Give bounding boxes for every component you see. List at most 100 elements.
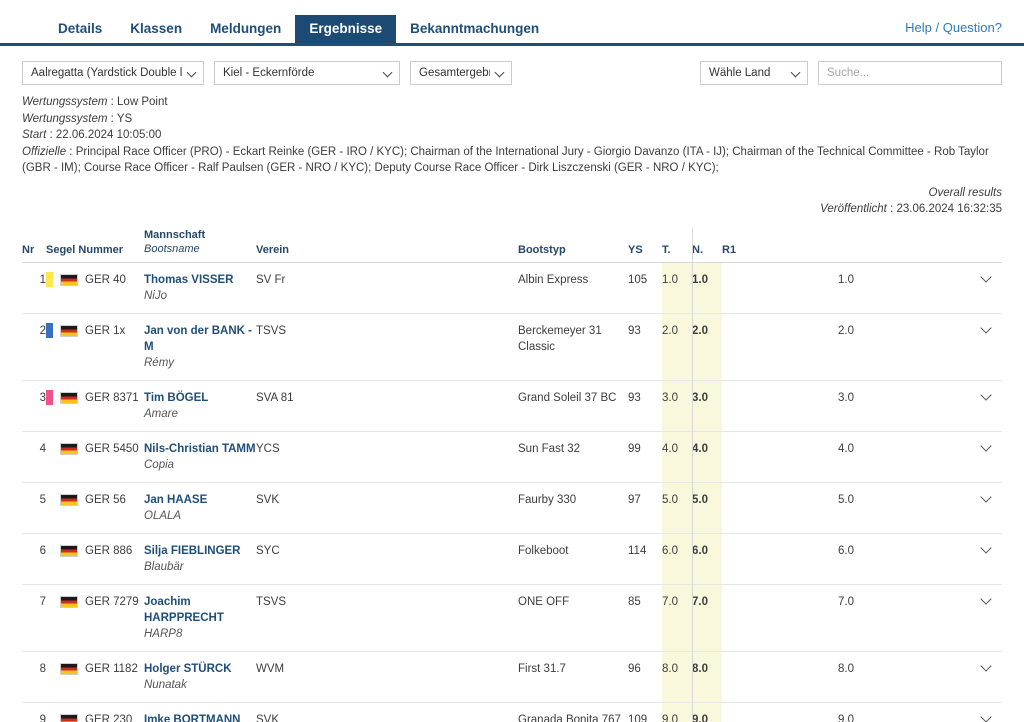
medal-color-bar — [46, 272, 53, 287]
chevron-down-icon[interactable] — [981, 543, 992, 554]
cell-expand[interactable] — [970, 584, 1002, 652]
header-club[interactable]: Verein — [256, 227, 518, 263]
cell-sail-number: GER 1x — [46, 313, 144, 381]
table-row[interactable]: 1 GER 40 Thomas VISSER NiJo SV Fr Albin Expre… — [22, 262, 1002, 314]
cell-total-points: 9.0 — [662, 702, 692, 722]
country-select[interactable]: Wähle Land — [700, 61, 808, 85]
german-flag-icon — [60, 391, 78, 404]
table-row[interactable]: 7 GER 7279 Joachim HARPPRECHT HARP8 TSVS ONE … — [22, 584, 1002, 652]
nav-tab-ergebnisse[interactable]: Ergebnisse — [295, 14, 397, 43]
chevron-down-icon[interactable] — [981, 272, 992, 283]
table-row[interactable]: 3 GER 8371 Tim BÖGEL Amare SVA 81 Grand Solei… — [22, 380, 1002, 432]
cell-crew: Holger STÜRCK Nunatak — [144, 651, 256, 703]
cell-net-points: 5.0 — [692, 482, 722, 534]
crew-name[interactable]: Nils-Christian TAMM — [144, 441, 256, 457]
cell-expand[interactable] — [970, 380, 1002, 432]
cell-race-1: 8.0 — [722, 651, 970, 703]
header-ys[interactable]: YS — [628, 227, 662, 263]
cell-race-1: 9.0 — [722, 702, 970, 722]
venue-select[interactable]: Kiel - Eckernförde — [214, 61, 400, 85]
regatta-select[interactable]: Aalregatta (Yardstick Double l — [22, 61, 204, 85]
sail-number-text: GER 40 — [85, 273, 126, 286]
crew-name[interactable]: Jan von der BANK - M — [144, 323, 256, 355]
cell-boat-type: Sun Fast 32 — [518, 431, 628, 483]
cell-club: TSVS — [256, 584, 518, 652]
header-boat-type[interactable]: Bootstyp — [518, 227, 628, 263]
country-select-label: Wähle Land — [709, 67, 771, 79]
published-line: Veröffentlicht : 23.06.2024 16:32:35 — [820, 202, 1002, 215]
chevron-down-icon[interactable] — [981, 492, 992, 503]
sail-number-text: GER 56 — [85, 493, 126, 506]
rating-system-line: Wertungssystem : YS — [22, 112, 133, 125]
regatta-select-label: Aalregatta (Yardstick Double l — [31, 67, 182, 79]
crew-name[interactable]: Jan HAASE — [144, 492, 256, 508]
crew-name[interactable]: Joachim HARPPRECHT — [144, 594, 256, 626]
cell-crew: Jan von der BANK - M Rémy — [144, 313, 256, 381]
cell-ys: 97 — [628, 482, 662, 534]
cell-expand[interactable] — [970, 482, 1002, 534]
cell-crew: Joachim HARPPRECHT HARP8 — [144, 584, 256, 652]
overall-results-block: Overall results Veröffentlicht : 23.06.2… — [0, 185, 1024, 217]
cell-expand[interactable] — [970, 533, 1002, 585]
chevron-down-icon[interactable] — [981, 594, 992, 605]
header-sail-number[interactable]: Segel Nummer — [46, 227, 144, 263]
header-total-points[interactable]: T. — [662, 227, 692, 263]
table-row[interactable]: 5 GER 56 Jan HAASE OLALA SVK Faurby 330 97 5.0 5… — [22, 482, 1002, 534]
medal-color-bar — [46, 543, 53, 558]
search-input[interactable]: Suche... — [818, 61, 1002, 85]
cell-expand[interactable] — [970, 702, 1002, 722]
filter-bar: Aalregatta (Yardstick Double l Kiel - Ec… — [0, 56, 1024, 90]
chevron-down-icon[interactable] — [981, 323, 992, 334]
sail-number-text: GER 8371 — [85, 391, 139, 404]
cell-total-points: 1.0 — [662, 262, 692, 314]
chevron-down-icon[interactable] — [981, 661, 992, 672]
header-net-points[interactable]: N. — [692, 227, 722, 263]
header-nr[interactable]: Nr — [22, 227, 46, 263]
crew-name[interactable]: Imke BORTMANN — [144, 712, 256, 722]
table-row[interactable]: 2 GER 1x Jan von der BANK - M Rémy TSVS Berck… — [22, 313, 1002, 381]
cell-expand[interactable] — [970, 262, 1002, 314]
table-row[interactable]: 9 GER 230 Imke BORTMANNStormySVKGranada Bo… — [22, 702, 1002, 722]
crew-name[interactable]: Tim BÖGEL — [144, 390, 256, 406]
result-type-select[interactable]: Gesamtergebn — [410, 61, 512, 85]
crew-name[interactable]: Thomas VISSER — [144, 272, 256, 288]
table-row[interactable]: 6 GER 886 Silja FIEBLINGER Blaubär SYC Folkeb… — [22, 533, 1002, 585]
sail-number-group: GER 7279 — [46, 594, 144, 610]
cell-net-points: 3.0 — [692, 380, 722, 432]
header-crew[interactable]: Mannschaft Bootsname — [144, 227, 256, 263]
cell-race-1: 2.0 — [722, 313, 970, 381]
cell-ys: 114 — [628, 533, 662, 585]
table-row[interactable]: 8 GER 1182 Holger STÜRCK Nunatak WVM First 31… — [22, 651, 1002, 703]
boat-name: Copia — [144, 458, 175, 471]
cell-expand[interactable] — [970, 651, 1002, 703]
chevron-down-icon — [792, 68, 802, 78]
cell-net-points: 7.0 — [692, 584, 722, 652]
crew-name[interactable]: Silja FIEBLINGER — [144, 543, 256, 559]
medal-color-bar — [46, 594, 53, 609]
table-row[interactable]: 4 GER 5450 Nils-Christian TAMM Copia YCS Sun … — [22, 431, 1002, 483]
cell-net-points: 4.0 — [692, 431, 722, 483]
nav-tab-details[interactable]: Details — [44, 15, 116, 44]
chevron-down-icon — [384, 68, 394, 78]
cell-expand[interactable] — [970, 431, 1002, 483]
header-race-1[interactable]: R1 — [722, 227, 970, 263]
nav-tab-klassen[interactable]: Klassen — [116, 15, 196, 44]
boat-name: Amare — [144, 407, 178, 420]
chevron-down-icon[interactable] — [981, 712, 992, 722]
cell-club: TSVS — [256, 313, 518, 381]
nav-tab-bekanntmachungen[interactable]: Bekanntmachungen — [396, 15, 553, 44]
chevron-down-icon[interactable] — [981, 390, 992, 401]
cell-net-points: 1.0 — [692, 262, 722, 314]
cell-expand[interactable] — [970, 313, 1002, 381]
regatta-info-block: Wertungssystem : Low Point Wertungssyste… — [0, 90, 1024, 177]
crew-name[interactable]: Holger STÜRCK — [144, 661, 256, 677]
chevron-down-icon — [188, 68, 198, 78]
cell-race-1: 3.0 — [722, 380, 970, 432]
chevron-down-icon[interactable] — [981, 441, 992, 452]
help-question-link[interactable]: Help / Question? — [905, 20, 1002, 35]
header-crew-sub: Bootsname — [144, 242, 200, 255]
cell-boat-type: Albin Express — [518, 262, 628, 314]
nav-tab-meldungen[interactable]: Meldungen — [196, 15, 295, 44]
cell-crew: Tim BÖGEL Amare — [144, 380, 256, 432]
sail-number-text: GER 230 — [85, 713, 133, 722]
